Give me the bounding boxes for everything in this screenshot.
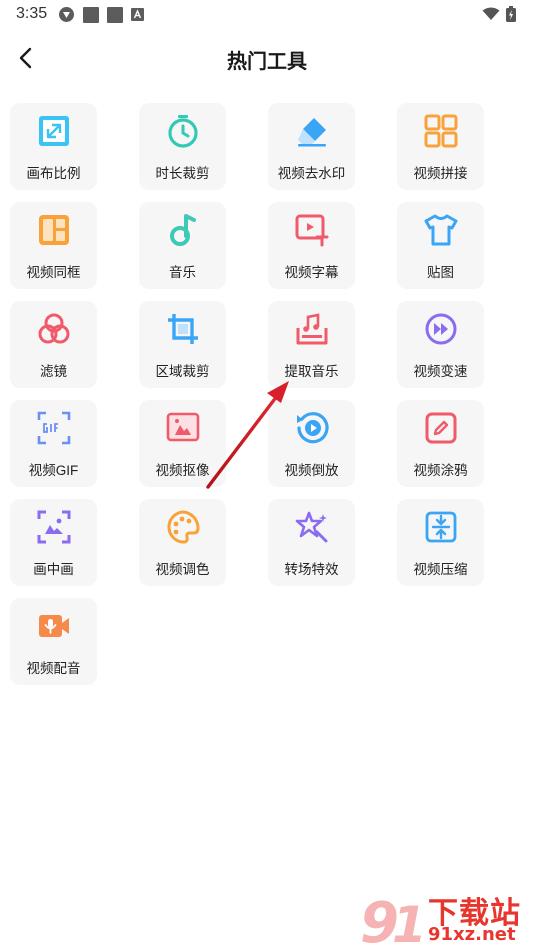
tool-label: 视频字幕 bbox=[284, 265, 339, 280]
wifi-icon bbox=[482, 7, 500, 20]
music-note-icon bbox=[169, 214, 196, 246]
tool-remove-watermark[interactable]: 视频去水印 bbox=[268, 103, 355, 190]
tshirt-icon bbox=[424, 214, 457, 246]
tool-label: 视频调色 bbox=[155, 562, 210, 577]
tool-label: 视频抠像 bbox=[155, 463, 210, 478]
tool-label: 画布比例 bbox=[26, 166, 81, 181]
page-title: 热门工具 bbox=[227, 51, 307, 73]
battery-icon bbox=[506, 6, 516, 22]
site-watermark: 9 1 下载站 91xz.net bbox=[358, 888, 528, 948]
tool-area-crop[interactable]: 区域裁剪 bbox=[139, 301, 226, 388]
svg-text:1: 1 bbox=[392, 896, 426, 948]
tool-dubbing[interactable]: 视频配音 bbox=[10, 598, 97, 685]
tool-split-frame[interactable]: 视频同框 bbox=[10, 202, 97, 289]
nav-bar: 热门工具 bbox=[0, 36, 534, 80]
tool-label: 贴图 bbox=[427, 265, 454, 280]
palette-icon bbox=[166, 510, 200, 544]
tool-canvas-ratio[interactable]: 画布比例 bbox=[10, 103, 97, 190]
tool-label: 视频配音 bbox=[26, 661, 81, 676]
subtitle-icon bbox=[295, 214, 328, 247]
tool-subtitle[interactable]: 视频字幕 bbox=[268, 202, 355, 289]
tool-compress[interactable]: 视频压缩 bbox=[397, 499, 484, 586]
canvas-ratio-icon bbox=[38, 116, 69, 146]
tool-label: 音乐 bbox=[169, 265, 196, 280]
tool-gif[interactable]: 视频GIF bbox=[10, 400, 97, 487]
timer-icon bbox=[167, 115, 198, 148]
tool-label: 视频拼接 bbox=[413, 166, 468, 181]
tool-label: 画中画 bbox=[33, 562, 74, 577]
notification-square-icon bbox=[107, 6, 123, 23]
tool-duration-trim[interactable]: 时长裁剪 bbox=[139, 103, 226, 190]
tool-label: 转场特效 bbox=[284, 562, 339, 577]
watermark-url: 91xz.net bbox=[428, 924, 516, 945]
picture-in-picture-icon bbox=[37, 510, 70, 544]
notification-square-icon bbox=[83, 6, 99, 23]
reverse-play-icon bbox=[296, 412, 329, 444]
portrait-cutout-icon bbox=[166, 412, 199, 442]
tool-cutout[interactable]: 视频抠像 bbox=[139, 400, 226, 487]
tool-picture-in-picture[interactable]: 画中画 bbox=[10, 499, 97, 586]
status-notifications bbox=[58, 6, 144, 23]
gif-icon bbox=[37, 411, 70, 445]
tool-label: 时长裁剪 bbox=[155, 166, 210, 181]
tool-label: 视频压缩 bbox=[413, 562, 468, 577]
grid-join-icon bbox=[424, 114, 457, 148]
tool-label: 视频倒放 bbox=[284, 463, 339, 478]
dubbing-mic-icon bbox=[38, 615, 69, 637]
app-notification-icon bbox=[59, 7, 74, 22]
tools-grid: 画布比例 时长裁剪 视频去水印 视频拼接 视频同框 音乐 视频字幕 贴图 滤镜 … bbox=[10, 103, 530, 685]
status-bar: 3:35 bbox=[0, 0, 534, 28]
tool-color-grading[interactable]: 视频调色 bbox=[139, 499, 226, 586]
tool-extract-music[interactable]: 提取音乐 bbox=[268, 301, 355, 388]
tool-reverse[interactable]: 视频倒放 bbox=[268, 400, 355, 487]
eraser-icon bbox=[297, 118, 326, 147]
tool-label: 滤镜 bbox=[40, 364, 67, 379]
tool-label: 视频涂鸦 bbox=[413, 463, 468, 478]
tool-doodle[interactable]: 视频涂鸦 bbox=[397, 400, 484, 487]
tool-speed[interactable]: 视频变速 bbox=[397, 301, 484, 388]
doodle-pen-icon bbox=[425, 412, 456, 444]
watermark-logo-icon: 9 1 bbox=[360, 891, 426, 948]
tool-transition[interactable]: 转场特效 bbox=[268, 499, 355, 586]
tool-label: 视频变速 bbox=[413, 364, 468, 379]
tool-label: 区域裁剪 bbox=[155, 364, 210, 379]
tool-sticker[interactable]: 贴图 bbox=[397, 202, 484, 289]
crop-icon bbox=[167, 314, 198, 344]
notification-a-icon bbox=[131, 8, 144, 21]
extract-music-icon bbox=[296, 313, 327, 345]
tool-filter[interactable]: 滤镜 bbox=[10, 301, 97, 388]
status-system-icons bbox=[482, 6, 516, 22]
tool-label: 视频去水印 bbox=[277, 166, 346, 181]
status-time: 3:35 bbox=[16, 5, 48, 22]
transition-star-icon bbox=[295, 511, 327, 543]
tool-music[interactable]: 音乐 bbox=[139, 202, 226, 289]
tool-label: 视频GIF bbox=[28, 463, 79, 478]
tool-video-join[interactable]: 视频拼接 bbox=[397, 103, 484, 190]
split-frame-icon bbox=[38, 215, 69, 245]
fast-forward-icon bbox=[425, 313, 456, 345]
tool-label: 视频同框 bbox=[26, 265, 81, 280]
compress-icon bbox=[425, 511, 456, 543]
filter-circles-icon bbox=[38, 313, 69, 344]
tool-label: 提取音乐 bbox=[284, 364, 339, 379]
